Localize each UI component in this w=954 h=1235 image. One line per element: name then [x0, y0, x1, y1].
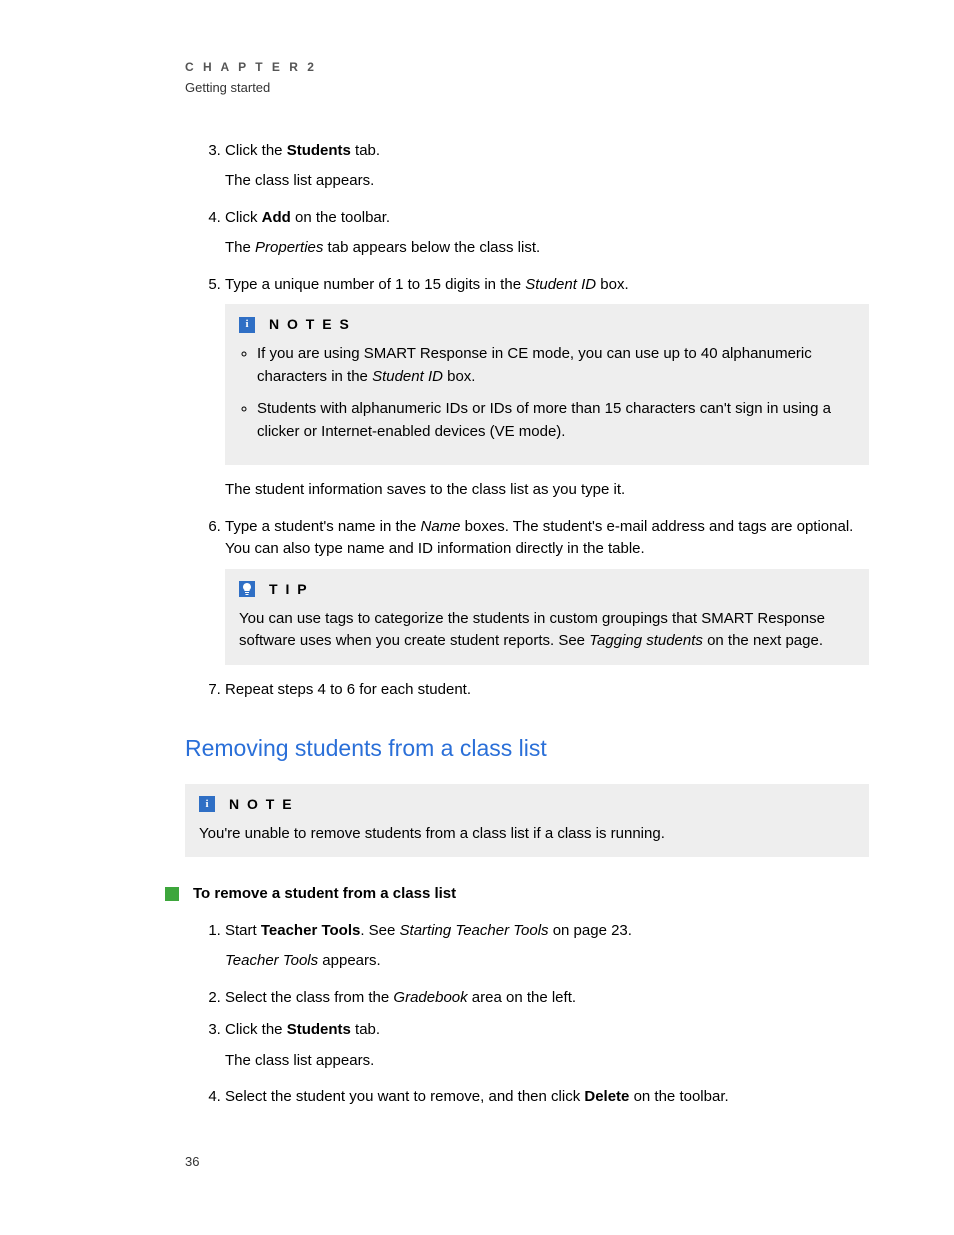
chapter-header: C H A P T E R 2 Getting started [185, 58, 869, 98]
step-b3: Click the Students tab. The class list a… [225, 1019, 869, 1072]
section-heading: Removing students from a class list [185, 731, 869, 766]
tip-text: You can use tags to categorize the stude… [239, 608, 855, 653]
step-7: Repeat steps 4 to 6 for each student. [225, 679, 869, 702]
note-text: You're unable to remove students from a … [199, 823, 855, 846]
chapter-subtitle: Getting started [185, 78, 869, 98]
step-list-b: Start Teacher Tools. See Starting Teache… [185, 920, 869, 1109]
step-subtext: The class list appears. [225, 1050, 869, 1073]
page-number: 36 [185, 1152, 199, 1172]
step-text: Repeat steps 4 to 6 for each student. [225, 681, 471, 698]
step-b2: Select the class from the Gradebook area… [225, 987, 869, 1010]
step-text: Click the Students tab. [225, 1021, 380, 1038]
step-b4: Select the student you want to remove, a… [225, 1086, 869, 1109]
step-subtext: Teacher Tools appears. [225, 950, 869, 973]
callout-title: N O T E [229, 794, 294, 815]
tip-callout: T I P You can use tags to categorize the… [225, 569, 869, 665]
step-list-a: Click the Students tab. The class list a… [185, 140, 869, 702]
step-5: Type a unique number of 1 to 15 digits i… [225, 274, 869, 502]
step-6: Type a student's name in the Name boxes.… [225, 516, 869, 665]
step-3: Click the Students tab. The class list a… [225, 140, 869, 193]
callout-header: i N O T E S [239, 314, 855, 335]
step-text: Click the Students tab. [225, 142, 380, 159]
after-notes-text: The student information saves to the cla… [225, 479, 869, 502]
square-bullet-icon [165, 887, 179, 901]
step-text: Select the student you want to remove, a… [225, 1088, 729, 1105]
callout-header: i N O T E [199, 794, 855, 815]
step-b1: Start Teacher Tools. See Starting Teache… [225, 920, 869, 973]
callout-title: T I P [269, 579, 309, 600]
step-text: Start Teacher Tools. See Starting Teache… [225, 922, 632, 939]
lightbulb-icon [239, 581, 255, 597]
callout-header: T I P [239, 579, 855, 600]
step-text: Click Add on the toolbar. [225, 209, 390, 226]
task-heading: To remove a student from a class list [165, 883, 869, 906]
step-subtext: The class list appears. [225, 170, 869, 193]
callout-title: N O T E S [269, 314, 351, 335]
step-text: Type a student's name in the Name boxes.… [225, 518, 853, 558]
notes-list: If you are using SMART Response in CE mo… [257, 343, 855, 443]
step-4: Click Add on the toolbar. The Properties… [225, 207, 869, 260]
chapter-label: C H A P T E R 2 [185, 58, 869, 76]
task-heading-text: To remove a student from a class list [193, 883, 456, 906]
note-item-1: If you are using SMART Response in CE mo… [257, 343, 855, 388]
note-item-2: Students with alphanumeric IDs or IDs of… [257, 398, 855, 443]
step-text: Type a unique number of 1 to 15 digits i… [225, 276, 629, 293]
info-icon: i [239, 317, 255, 333]
step-text: Select the class from the Gradebook area… [225, 989, 576, 1006]
document-page: C H A P T E R 2 Getting started Click th… [0, 0, 954, 1235]
info-icon: i [199, 796, 215, 812]
note-callout: i N O T E You're unable to remove studen… [185, 784, 869, 858]
notes-callout: i N O T E S If you are using SMART Respo… [225, 304, 869, 465]
step-subtext: The Properties tab appears below the cla… [225, 237, 869, 260]
